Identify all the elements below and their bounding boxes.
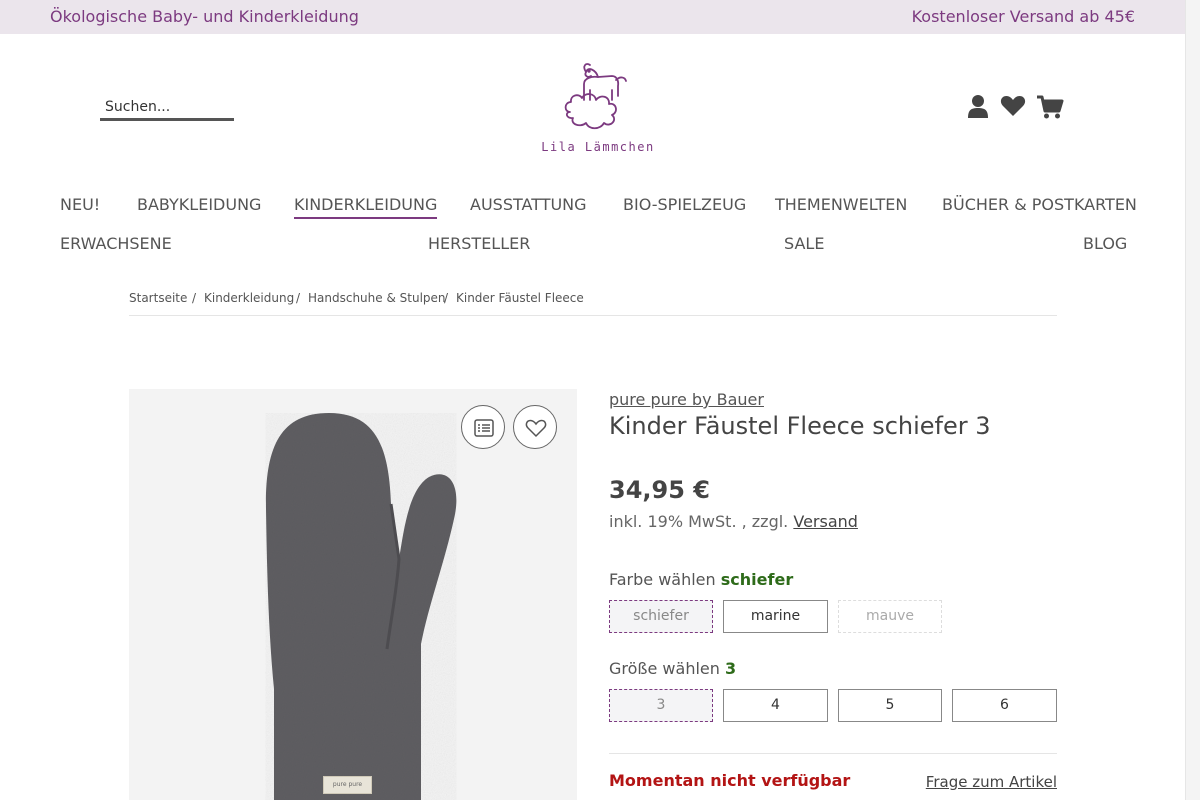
nav-item-kinderkleidung[interactable]: KINDERKLEIDUNG <box>294 195 438 219</box>
product-title: Kinder Fäustel Fleece schiefer 3 <box>609 412 991 440</box>
logo[interactable]: Lila Lämmchen <box>540 60 656 160</box>
nav-item-bio-spielzeug[interactable]: BIO-SPIELZEUG <box>623 195 746 214</box>
shipping-link[interactable]: Versand <box>793 512 858 531</box>
breadcrumb-separator: / <box>296 291 301 305</box>
question-link[interactable]: Frage zum Artikel <box>926 773 1057 791</box>
color-option-mauve[interactable]: mauve <box>838 600 942 633</box>
nav-item-blog[interactable]: BLOG <box>1083 234 1127 253</box>
free-shipping-notice: Kostenloser Versand ab 45€ <box>911 7 1135 26</box>
size-option-5[interactable]: 5 <box>838 689 942 722</box>
color-option-marine[interactable]: marine <box>723 600 828 633</box>
size-option-4[interactable]: 4 <box>723 689 828 722</box>
breadcrumb: Startseite / Kinderkleidung / Handschuhe… <box>129 290 1057 316</box>
lamb-logo-icon <box>564 63 627 130</box>
nav-item-hersteller[interactable]: HERSTELLER <box>428 234 530 253</box>
compare-button[interactable] <box>461 405 505 449</box>
color-selected-value: schiefer <box>720 570 794 589</box>
search-box <box>100 96 234 121</box>
nav-item-ausstattung[interactable]: AUSSTATTUNG <box>470 195 587 214</box>
heart-outline-icon <box>525 419 547 438</box>
brand-link[interactable]: pure pure by Bauer <box>609 390 764 409</box>
list-icon <box>474 419 494 437</box>
search-input[interactable] <box>100 96 234 118</box>
tagline: Ökologische Baby- und Kinderkleidung <box>50 7 359 26</box>
nav-item-neu[interactable]: NEU! <box>60 195 100 214</box>
breadcrumb-current: Kinder Fäustel Fleece <box>456 291 584 305</box>
top-bar: Ökologische Baby- und Kinderkleidung Kos… <box>0 0 1185 34</box>
brand-label-tag: pure pure <box>323 776 372 794</box>
breadcrumb-kinderkleidung[interactable]: Kinderkleidung <box>204 291 294 305</box>
divider <box>609 753 1057 754</box>
cart-icon[interactable] <box>1036 94 1064 122</box>
mitten-image <box>265 413 457 800</box>
size-option-6[interactable]: 6 <box>952 689 1057 722</box>
tax-info: inkl. 19% MwSt. , zzgl. Versand <box>609 512 858 531</box>
breadcrumb-home[interactable]: Startseite <box>129 291 187 305</box>
heart-icon[interactable] <box>1000 94 1028 122</box>
nav-item-erwachsene[interactable]: ERWACHSENE <box>60 234 172 253</box>
breadcrumb-separator: / <box>444 291 449 305</box>
nav-item-babykleidung[interactable]: BABYKLEIDUNG <box>137 195 261 214</box>
breadcrumb-handschuhe[interactable]: Handschuhe & Stulpen <box>308 291 446 305</box>
size-option-3[interactable]: 3 <box>609 689 713 722</box>
nav-item-buecher-postkarten[interactable]: BÜCHER & POSTKARTEN <box>942 195 1137 214</box>
tax-text: inkl. 19% MwSt. , zzgl. <box>609 512 789 531</box>
color-option-schiefer[interactable]: schiefer <box>609 600 713 633</box>
wishlist-button[interactable] <box>513 405 557 449</box>
size-selected-value: 3 <box>724 659 737 678</box>
color-label: Farbe wählen schiefer <box>609 570 793 589</box>
nav-item-themenwelten[interactable]: THEMENWELTEN <box>775 195 907 214</box>
product-price: 34,95 € <box>609 476 710 504</box>
scrollbar[interactable] <box>1185 0 1200 800</box>
breadcrumb-separator: / <box>192 291 197 305</box>
nav-item-sale[interactable]: SALE <box>784 234 824 253</box>
size-label-text: Größe wählen <box>609 659 720 678</box>
header-icons <box>966 94 1066 122</box>
color-label-text: Farbe wählen <box>609 570 716 589</box>
logo-text: Lila Lämmchen <box>541 140 655 154</box>
product-image[interactable]: pure pure <box>129 389 577 800</box>
size-label: Größe wählen 3 <box>609 659 736 678</box>
account-icon[interactable] <box>966 94 994 122</box>
availability-status: Momentan nicht verfügbar <box>609 771 851 790</box>
